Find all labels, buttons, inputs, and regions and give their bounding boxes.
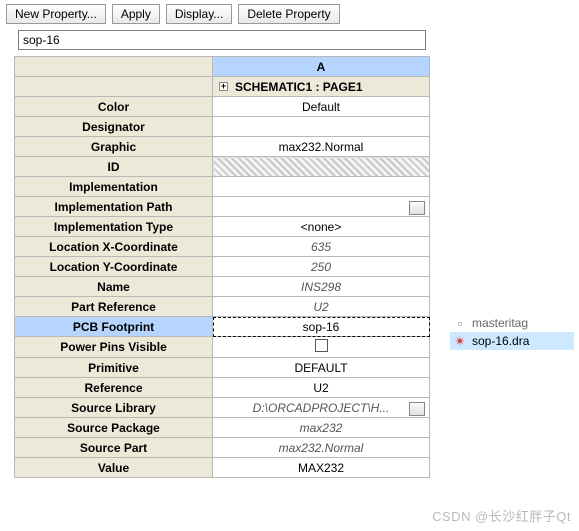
file-icon: ✴	[452, 333, 468, 349]
file-item[interactable]: ✴ sop-16.dra	[450, 332, 574, 350]
display-button[interactable]: Display...	[166, 4, 232, 24]
cell-value[interactable]: max232.Normal	[213, 438, 430, 458]
row-header[interactable]: Source Library	[15, 398, 213, 418]
row-header[interactable]: Implementation	[15, 177, 213, 197]
row-header[interactable]: PCB Footprint	[15, 317, 213, 337]
row-header[interactable]: Primitive	[15, 358, 213, 378]
cell-value[interactable]: 250	[213, 257, 430, 277]
row-header[interactable]: Location Y-Coordinate	[15, 257, 213, 277]
cell-value[interactable]: DEFAULT	[213, 358, 430, 378]
row-header[interactable]: Graphic	[15, 137, 213, 157]
cell-value[interactable]	[213, 337, 430, 358]
delete-property-button[interactable]: Delete Property	[238, 4, 339, 24]
row-header[interactable]: ID	[15, 157, 213, 177]
row-header[interactable]: Source Part	[15, 438, 213, 458]
cell-value[interactable]: <none>	[213, 217, 430, 237]
group-header-label: SCHEMATIC1 : PAGE1	[235, 80, 363, 94]
cell-value[interactable]: U2	[213, 378, 430, 398]
file-name: sop-16.dra	[472, 334, 529, 348]
row-header[interactable]: Designator	[15, 117, 213, 137]
new-property-button[interactable]: New Property...	[6, 4, 106, 24]
file-item[interactable]: ▫ masteritag	[450, 314, 574, 332]
file-icon: ▫	[452, 315, 468, 331]
cell-value[interactable]: D:\ORCADPROJECT\H...	[213, 398, 430, 418]
property-value-input[interactable]	[18, 30, 426, 50]
row-header[interactable]: Location X-Coordinate	[15, 237, 213, 257]
column-header-a[interactable]: A	[213, 57, 430, 77]
expand-icon[interactable]: +	[219, 82, 228, 91]
cell-value[interactable]: max232.Normal	[213, 137, 430, 157]
cell-value[interactable]: Default	[213, 97, 430, 117]
cell-value[interactable]: 635	[213, 237, 430, 257]
row-header[interactable]: Power Pins Visible	[15, 337, 213, 358]
row-header[interactable]: Name	[15, 277, 213, 297]
file-list: ▫ masteritag ✴ sop-16.dra	[450, 314, 574, 350]
cell-value[interactable]: sop-16	[213, 317, 430, 337]
toolbar: New Property... Apply Display... Delete …	[0, 0, 579, 28]
cell-value[interactable]: U2	[213, 297, 430, 317]
row-header[interactable]: Part Reference	[15, 297, 213, 317]
row-header[interactable]: Source Package	[15, 418, 213, 438]
cell-value[interactable]	[213, 117, 430, 137]
property-sheet: A + SCHEMATIC1 : PAGE1 ColorDefaultDesig…	[14, 56, 430, 478]
apply-button[interactable]: Apply	[112, 4, 160, 24]
cell-value[interactable]: max232	[213, 418, 430, 438]
row-header[interactable]: Value	[15, 458, 213, 478]
corner-cell	[15, 57, 213, 77]
group-spacer	[15, 77, 213, 97]
cell-value[interactable]	[213, 157, 430, 177]
cell-value[interactable]	[213, 177, 430, 197]
row-header[interactable]: Color	[15, 97, 213, 117]
row-header[interactable]: Implementation Path	[15, 197, 213, 217]
row-header[interactable]: Implementation Type	[15, 217, 213, 237]
group-header[interactable]: + SCHEMATIC1 : PAGE1	[213, 77, 430, 97]
cell-value[interactable]: MAX232	[213, 458, 430, 478]
input-row	[0, 28, 579, 56]
file-name: masteritag	[472, 316, 528, 330]
cell-value[interactable]	[213, 197, 430, 217]
row-header[interactable]: Reference	[15, 378, 213, 398]
watermark: CSDN @长沙红胖子Qt	[432, 506, 571, 525]
cell-value[interactable]: INS298	[213, 277, 430, 297]
